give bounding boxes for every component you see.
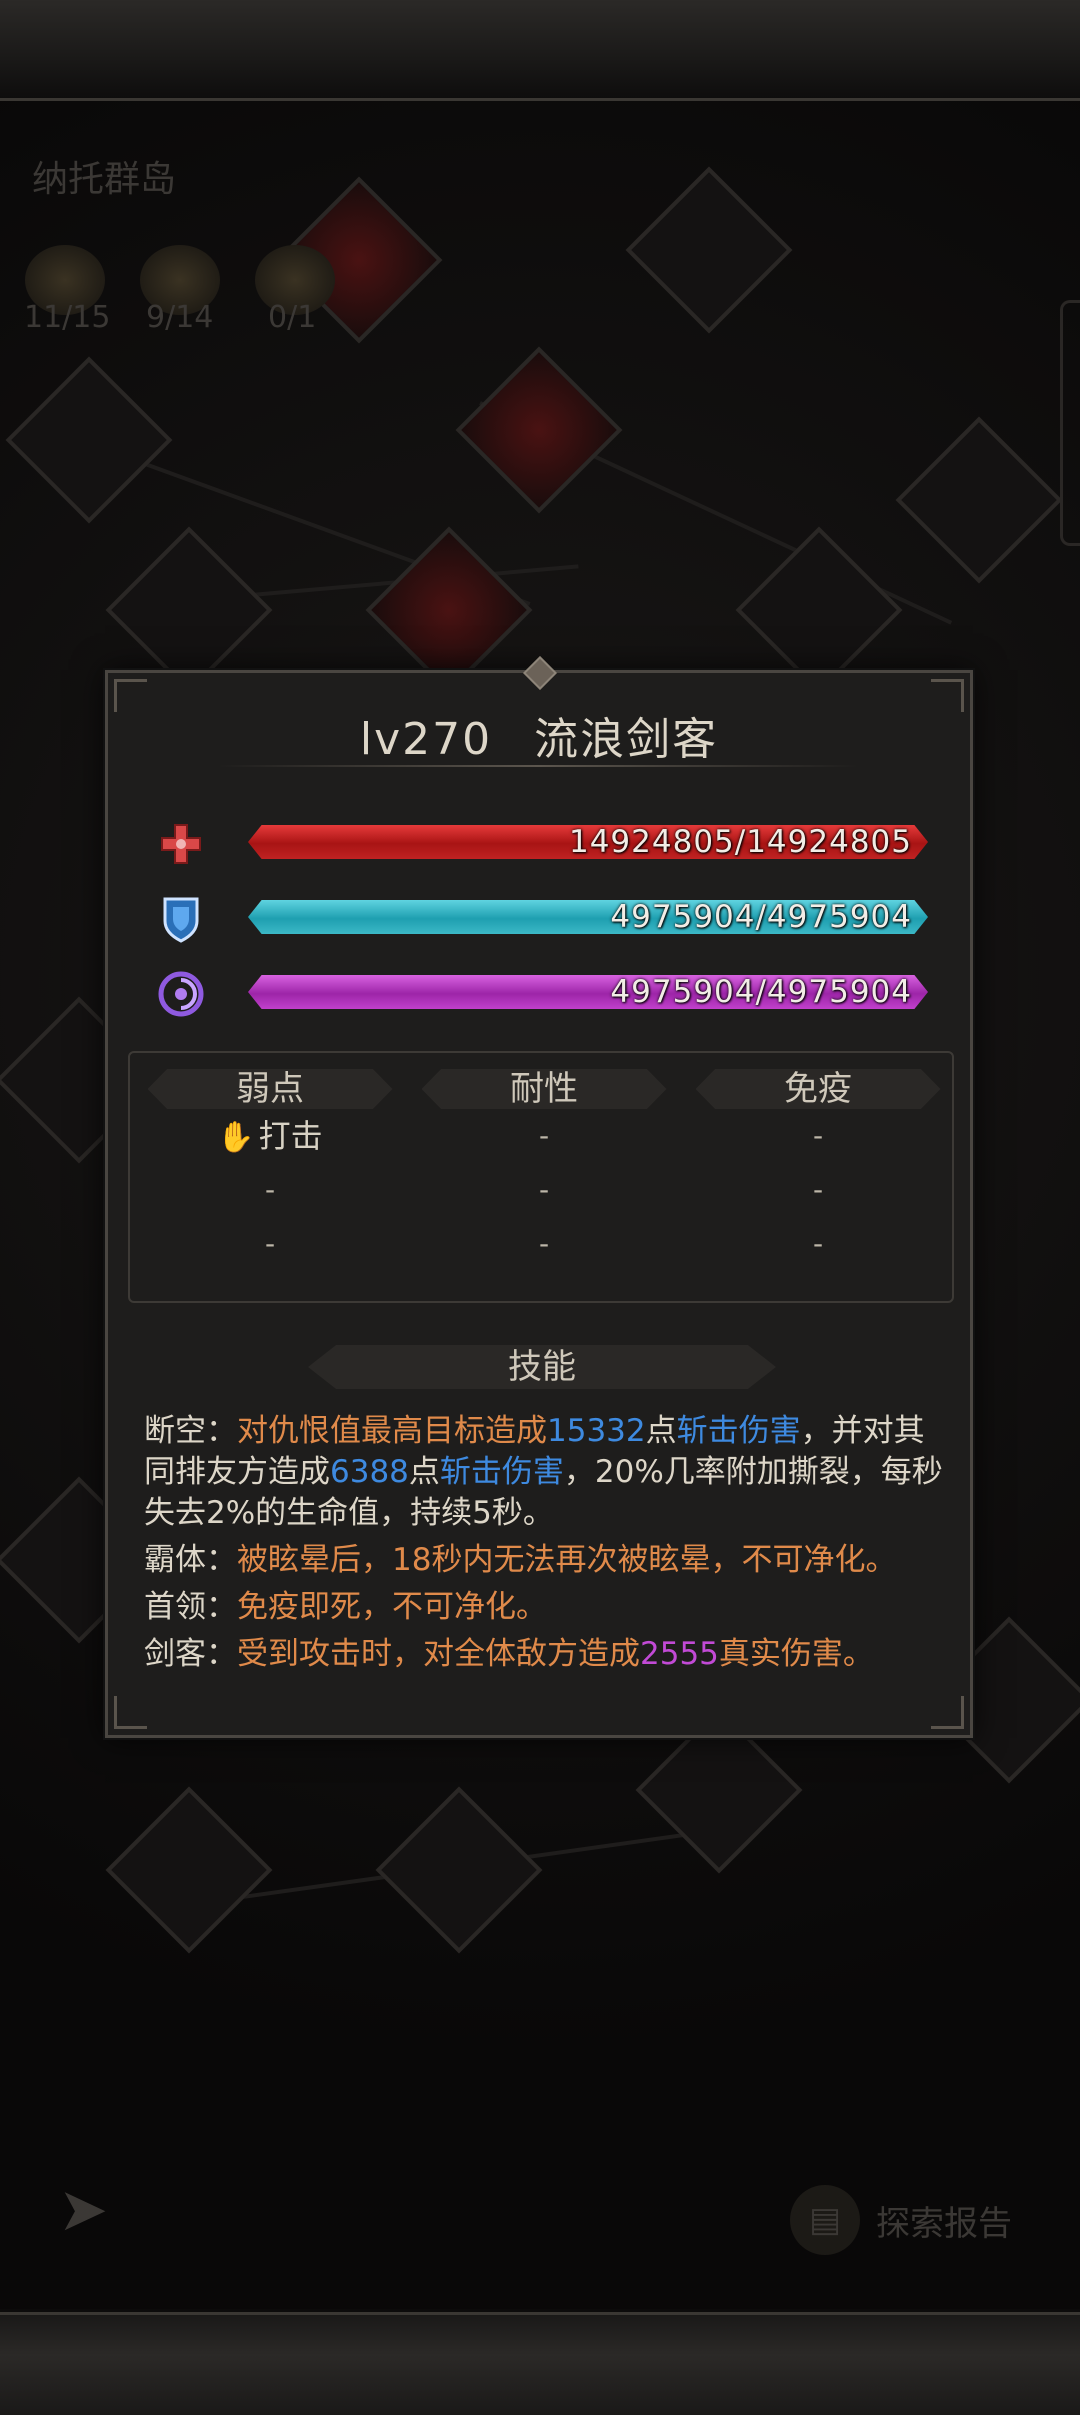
tolerance-item: - <box>538 1119 550 1152</box>
map-title: 纳托群岛 <box>32 159 177 200</box>
hp-bar: 14924805/14924805 <box>248 825 928 859</box>
energy-value: 4975904/4975904 <box>610 974 912 1010</box>
hp-value: 14924805/14924805 <box>568 824 912 860</box>
enemy-name: 流浪剑客 <box>534 714 719 765</box>
skills-header: 技能 <box>308 1345 776 1389</box>
weakness-header: 弱点 <box>147 1069 393 1109</box>
immunity-item: - <box>812 1173 824 1206</box>
weakness-column: 弱点 ✋ 打击 - - <box>135 1053 405 1271</box>
title-divider <box>218 765 858 767</box>
hp-row: 14924805/14924805 <box>156 821 936 864</box>
skills-list: 断空：对仇恨值最高目标造成15332点斩击伤害，并对其同排友方造成6388点斩击… <box>144 1411 944 1681</box>
top-frame <box>0 0 1080 101</box>
claw-icon: ✋ <box>217 1120 255 1155</box>
skill-shouling: 首领：免疫即死，不可净化。 <box>144 1589 547 1625</box>
skill-jianke: 剑客：受到攻击时，对全体敌方造成2555真实伤害。 <box>144 1636 874 1672</box>
weakness-item: - <box>264 1173 276 1206</box>
tolerance-item: - <box>538 1227 550 1260</box>
shield-value: 4975904/4975904 <box>610 899 912 935</box>
explore-report-label: 探索报告 <box>876 2203 1012 2244</box>
immunity-item: - <box>812 1227 824 1260</box>
tolerance-header: 耐性 <box>421 1069 667 1109</box>
immunity-item: - <box>812 1119 824 1152</box>
resource-counter-2: 9/14 <box>146 300 214 335</box>
resource-counter-3: 0/1 <box>268 300 317 335</box>
energy-row: 4975904/4975904 <box>156 971 936 1017</box>
weakness-strike: 打击 <box>258 1117 323 1155</box>
weakness-item: ✋ 打击 <box>135 1109 405 1163</box>
explore-report-button[interactable]: ▤ 探索报告 <box>790 2185 1060 2255</box>
swirl-icon <box>156 971 206 1017</box>
weakness-item: - <box>264 1227 276 1260</box>
immunity-column: 免疫 - - - <box>683 1053 953 1271</box>
shield-row: 4975904/4975904 <box>156 896 936 943</box>
enemy-title: lv270 流浪剑客 <box>108 703 970 767</box>
side-tab[interactable] <box>1060 300 1080 546</box>
shield-bar: 4975904/4975904 <box>248 900 928 934</box>
enemy-level: lv270 <box>359 714 493 765</box>
enemy-info-panel: lv270 流浪剑客 14924805/14924805 4975904/497… <box>105 656 973 1738</box>
resistance-table: 弱点 ✋ 打击 - - 耐性 - - - 免疫 - - - <box>128 1051 954 1303</box>
scroll-icon: ▤ <box>790 2185 860 2255</box>
resource-counter-1: 11/15 <box>24 300 111 335</box>
back-arrow-icon[interactable]: ➤ <box>58 2180 158 2240</box>
tolerance-column: 耐性 - - - <box>409 1053 679 1271</box>
tolerance-item: - <box>538 1173 550 1206</box>
bottom-frame <box>0 2312 1080 2415</box>
shield-icon <box>156 896 206 943</box>
energy-bar: 4975904/4975904 <box>248 975 928 1009</box>
skill-bati: 霸体：被眩晕后，18秒内无法再次被眩晕，不可净化。 <box>144 1542 897 1578</box>
skill-duankong: 断空：对仇恨值最高目标造成15332点斩击伤害，并对其同排友方造成6388点斩击… <box>144 1413 943 1531</box>
immunity-header: 免疫 <box>695 1069 941 1109</box>
health-cross-icon <box>156 821 206 867</box>
